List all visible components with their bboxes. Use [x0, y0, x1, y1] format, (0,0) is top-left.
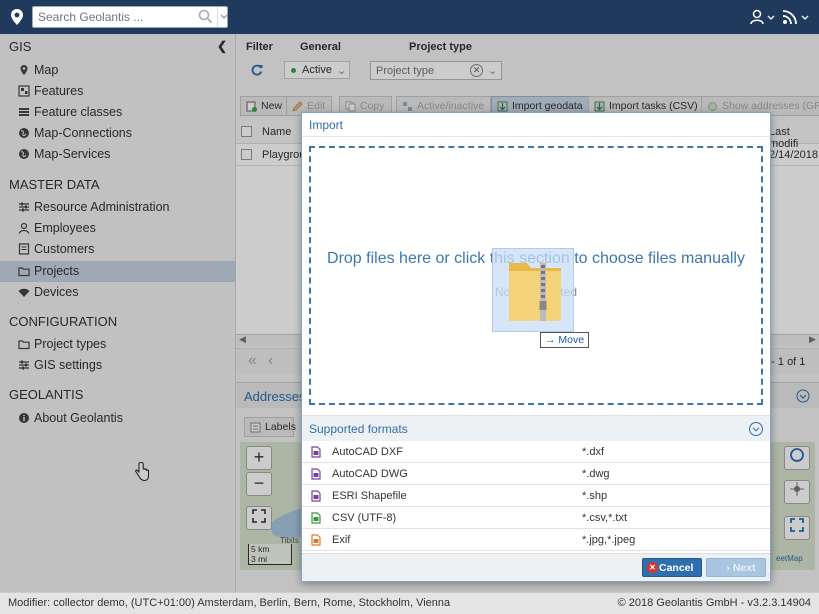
file-icon — [311, 446, 321, 458]
geolantis-logo-icon[interactable] — [10, 8, 24, 26]
file-icon — [311, 468, 321, 480]
format-row: AutoCAD DWG *.dwg — [302, 463, 770, 485]
file-drop-zone[interactable]: Drop files here or click this section to… — [309, 146, 763, 405]
search-input[interactable] — [33, 7, 183, 27]
search-box — [32, 6, 228, 28]
dialog-title: Import — [309, 118, 344, 132]
copyright: © 2018 Geolantis GmbH - v3.2.3.14904 — [617, 597, 811, 609]
image-file-icon — [311, 534, 321, 546]
cancel-icon: ✕ — [647, 562, 658, 573]
format-row: AutoCAD DXF *.dxf — [302, 441, 770, 463]
format-row: Exif *.jpg,*.jpeg — [302, 529, 770, 551]
search-icon[interactable] — [198, 9, 213, 24]
search-dropdown[interactable] — [217, 7, 229, 27]
status-bar: Modifier: collector demo, (UTC+01:00) Am… — [0, 592, 819, 614]
cancel-button[interactable]: ✕ Cancel — [642, 558, 702, 577]
supported-formats-header[interactable]: Supported formats — [302, 415, 770, 441]
dialog-footer: ✕ Cancel › Next — [302, 553, 770, 581]
format-row: CSV (UTF-8) *.csv,*.txt — [302, 507, 770, 529]
feed-menu-icon[interactable] — [782, 9, 812, 25]
top-bar — [0, 0, 819, 34]
modifier-info: Modifier: collector demo, (UTC+01:00) Am… — [8, 597, 451, 609]
format-row: ESRI Shapefile *.shp — [302, 485, 770, 507]
next-arrow-icon: › — [726, 561, 730, 574]
chevron-down-icon — [220, 14, 228, 19]
collapse-formats-icon[interactable] — [749, 422, 763, 436]
file-icon — [311, 490, 321, 502]
supported-formats-title: Supported formats — [309, 422, 408, 436]
zip-folder-icon — [509, 263, 561, 321]
import-dialog: Import Drop files here or click this sec… — [301, 112, 771, 582]
move-arrow-icon: → — [545, 334, 556, 346]
csv-file-icon — [311, 512, 321, 524]
dialog-title-bar[interactable]: Import — [302, 113, 770, 137]
user-menu-icon[interactable] — [750, 9, 776, 25]
next-button[interactable]: › Next — [706, 558, 766, 577]
drag-tooltip: → Move — [540, 332, 590, 348]
dragged-file — [492, 248, 574, 332]
